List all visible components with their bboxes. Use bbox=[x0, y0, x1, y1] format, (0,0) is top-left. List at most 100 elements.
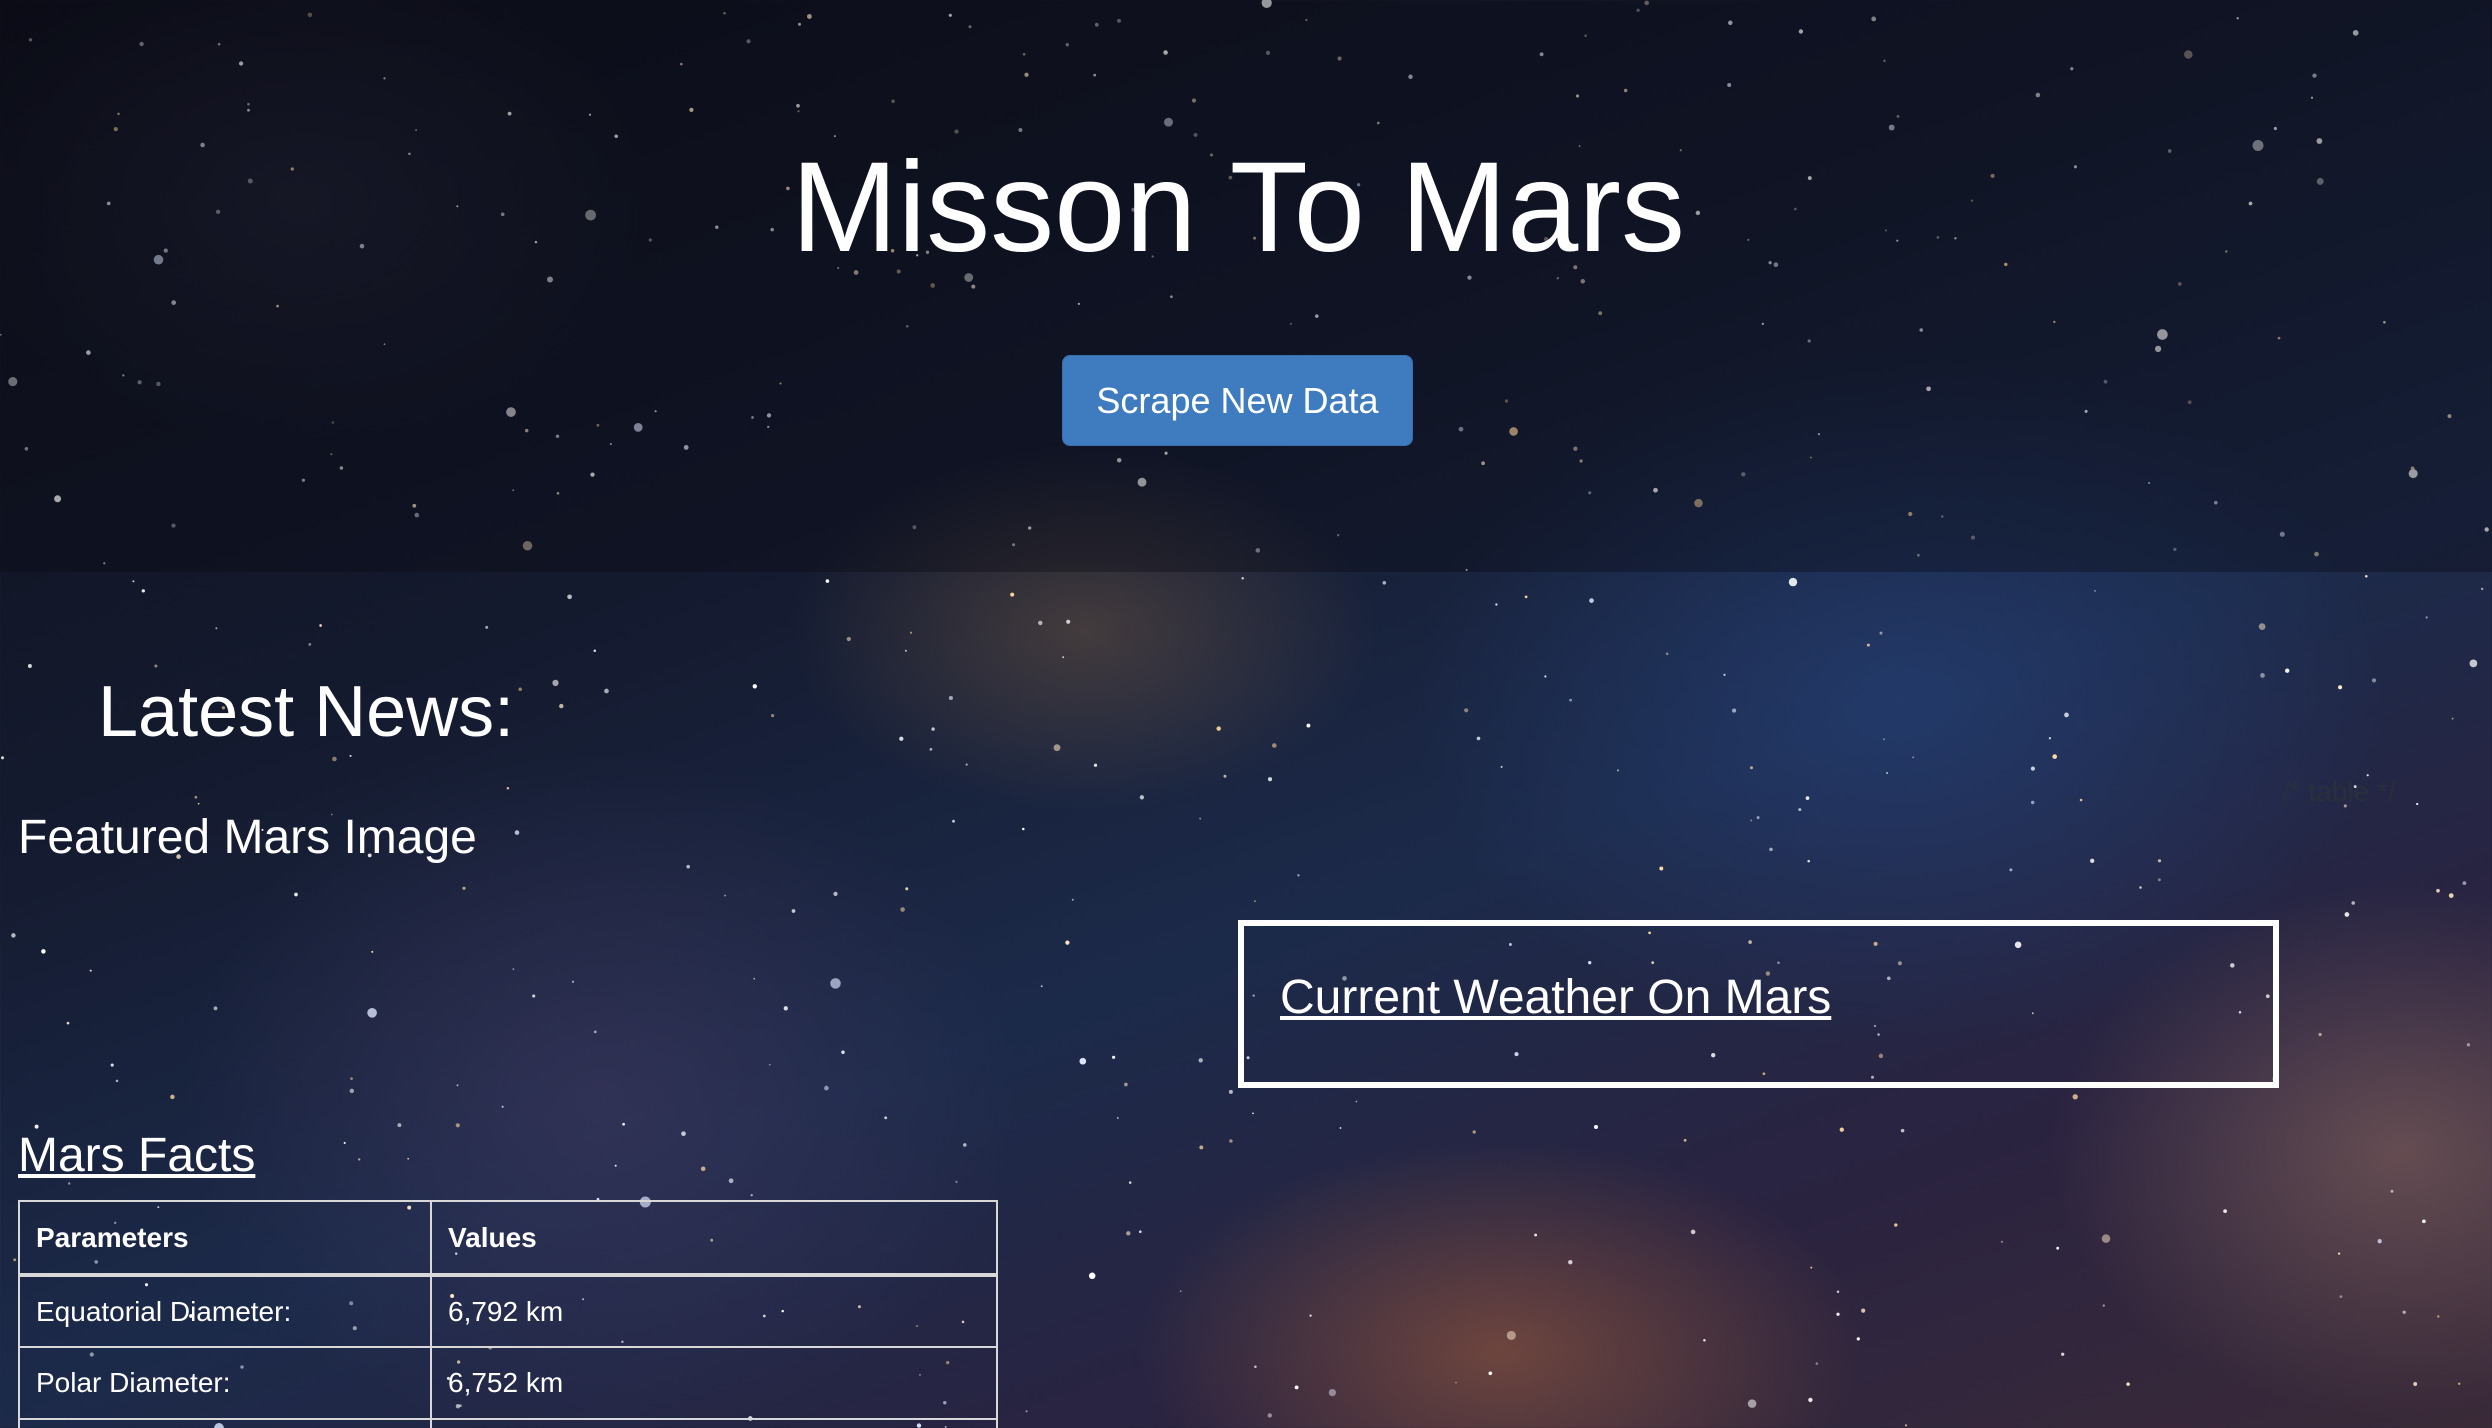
star bbox=[1124, 1082, 1128, 1087]
star bbox=[1216, 726, 1221, 731]
star bbox=[1339, 1127, 1342, 1129]
star bbox=[11, 933, 16, 938]
star bbox=[1010, 592, 1015, 597]
column-header-parameters: Parameters bbox=[18, 1200, 432, 1277]
star bbox=[948, 695, 953, 701]
star bbox=[1309, 1314, 1312, 1317]
star bbox=[349, 1088, 355, 1094]
star bbox=[1894, 1223, 1898, 1227]
star bbox=[2318, 1032, 2322, 1037]
star bbox=[2351, 901, 2355, 905]
star bbox=[1856, 1337, 1860, 1341]
star bbox=[349, 754, 352, 757]
star bbox=[2365, 575, 2368, 578]
star bbox=[1306, 723, 1311, 728]
star bbox=[2469, 659, 2478, 668]
star bbox=[1294, 1385, 1299, 1390]
star bbox=[215, 627, 218, 630]
star bbox=[343, 1141, 346, 1144]
star bbox=[830, 978, 841, 989]
star bbox=[1455, 1381, 1457, 1384]
star bbox=[681, 1131, 686, 1137]
star bbox=[1861, 1308, 1866, 1313]
star bbox=[397, 1123, 402, 1128]
star bbox=[1690, 1229, 1696, 1235]
star bbox=[1544, 675, 1547, 678]
star bbox=[141, 589, 145, 593]
star bbox=[2102, 1304, 2105, 1307]
star bbox=[294, 892, 298, 897]
star bbox=[1589, 598, 1594, 603]
star bbox=[1267, 1413, 1273, 1418]
star bbox=[2377, 1239, 2382, 1244]
star bbox=[750, 1193, 753, 1197]
star bbox=[1500, 765, 1503, 768]
table-cell-parameter: Polar Diameter: bbox=[18, 1346, 432, 1420]
star bbox=[2390, 1189, 2394, 1193]
star bbox=[1569, 698, 1572, 702]
column-header-values: Values bbox=[430, 1200, 998, 1277]
star bbox=[1593, 1124, 1599, 1130]
star bbox=[367, 1007, 377, 1018]
star bbox=[1229, 1139, 1233, 1143]
weather-heading: Current Weather On Mars bbox=[1280, 971, 1832, 1024]
star bbox=[1066, 619, 1071, 624]
star bbox=[1495, 603, 1498, 606]
star bbox=[753, 977, 756, 980]
star bbox=[1703, 1338, 1706, 1342]
star bbox=[825, 579, 830, 583]
star bbox=[783, 1006, 788, 1011]
star bbox=[1815, 1362, 1819, 1365]
star bbox=[1749, 766, 1754, 770]
star bbox=[2223, 1209, 2228, 1213]
star bbox=[456, 1084, 459, 1087]
star bbox=[1112, 1055, 1116, 1059]
star bbox=[2338, 685, 2343, 690]
star bbox=[1253, 900, 1256, 903]
star bbox=[2258, 623, 2266, 630]
star bbox=[2448, 893, 2454, 898]
star bbox=[1912, 756, 1915, 759]
star bbox=[371, 950, 374, 953]
star bbox=[485, 625, 489, 629]
table-row: Polar Diameter: 6,752 km bbox=[18, 1346, 998, 1420]
star bbox=[1617, 769, 1619, 772]
star bbox=[724, 894, 727, 897]
star bbox=[1088, 1272, 1096, 1280]
star bbox=[1126, 1231, 1131, 1236]
star bbox=[455, 1123, 460, 1128]
star bbox=[41, 949, 46, 954]
star bbox=[1079, 1057, 1087, 1065]
star bbox=[1476, 736, 1481, 741]
scrape-new-data-button[interactable]: Scrape New Data bbox=[1062, 355, 1413, 446]
star bbox=[1223, 774, 1227, 778]
star bbox=[2344, 912, 2350, 917]
star bbox=[1879, 631, 1883, 635]
star bbox=[2009, 868, 2013, 872]
star bbox=[2090, 858, 2095, 863]
star bbox=[2030, 766, 2035, 771]
star bbox=[358, 1158, 361, 1161]
star bbox=[2064, 712, 2069, 718]
star bbox=[0, 756, 5, 760]
star bbox=[604, 688, 609, 694]
star bbox=[501, 1105, 504, 1108]
star bbox=[1065, 940, 1070, 945]
star bbox=[2462, 881, 2467, 885]
star bbox=[2480, 587, 2484, 591]
star bbox=[622, 1122, 625, 1126]
star bbox=[1506, 1330, 1516, 1340]
star bbox=[1665, 652, 1669, 656]
star bbox=[532, 994, 536, 998]
star bbox=[170, 1094, 175, 1100]
star bbox=[1116, 1117, 1119, 1119]
star bbox=[593, 649, 597, 652]
star bbox=[2458, 1382, 2461, 1385]
star bbox=[514, 830, 520, 835]
weather-panel: Current Weather On Mars bbox=[1238, 920, 2279, 1088]
star bbox=[900, 907, 905, 912]
star bbox=[571, 980, 575, 983]
star bbox=[1254, 1365, 1257, 1368]
star bbox=[1382, 580, 1387, 585]
star bbox=[1836, 1312, 1840, 1316]
